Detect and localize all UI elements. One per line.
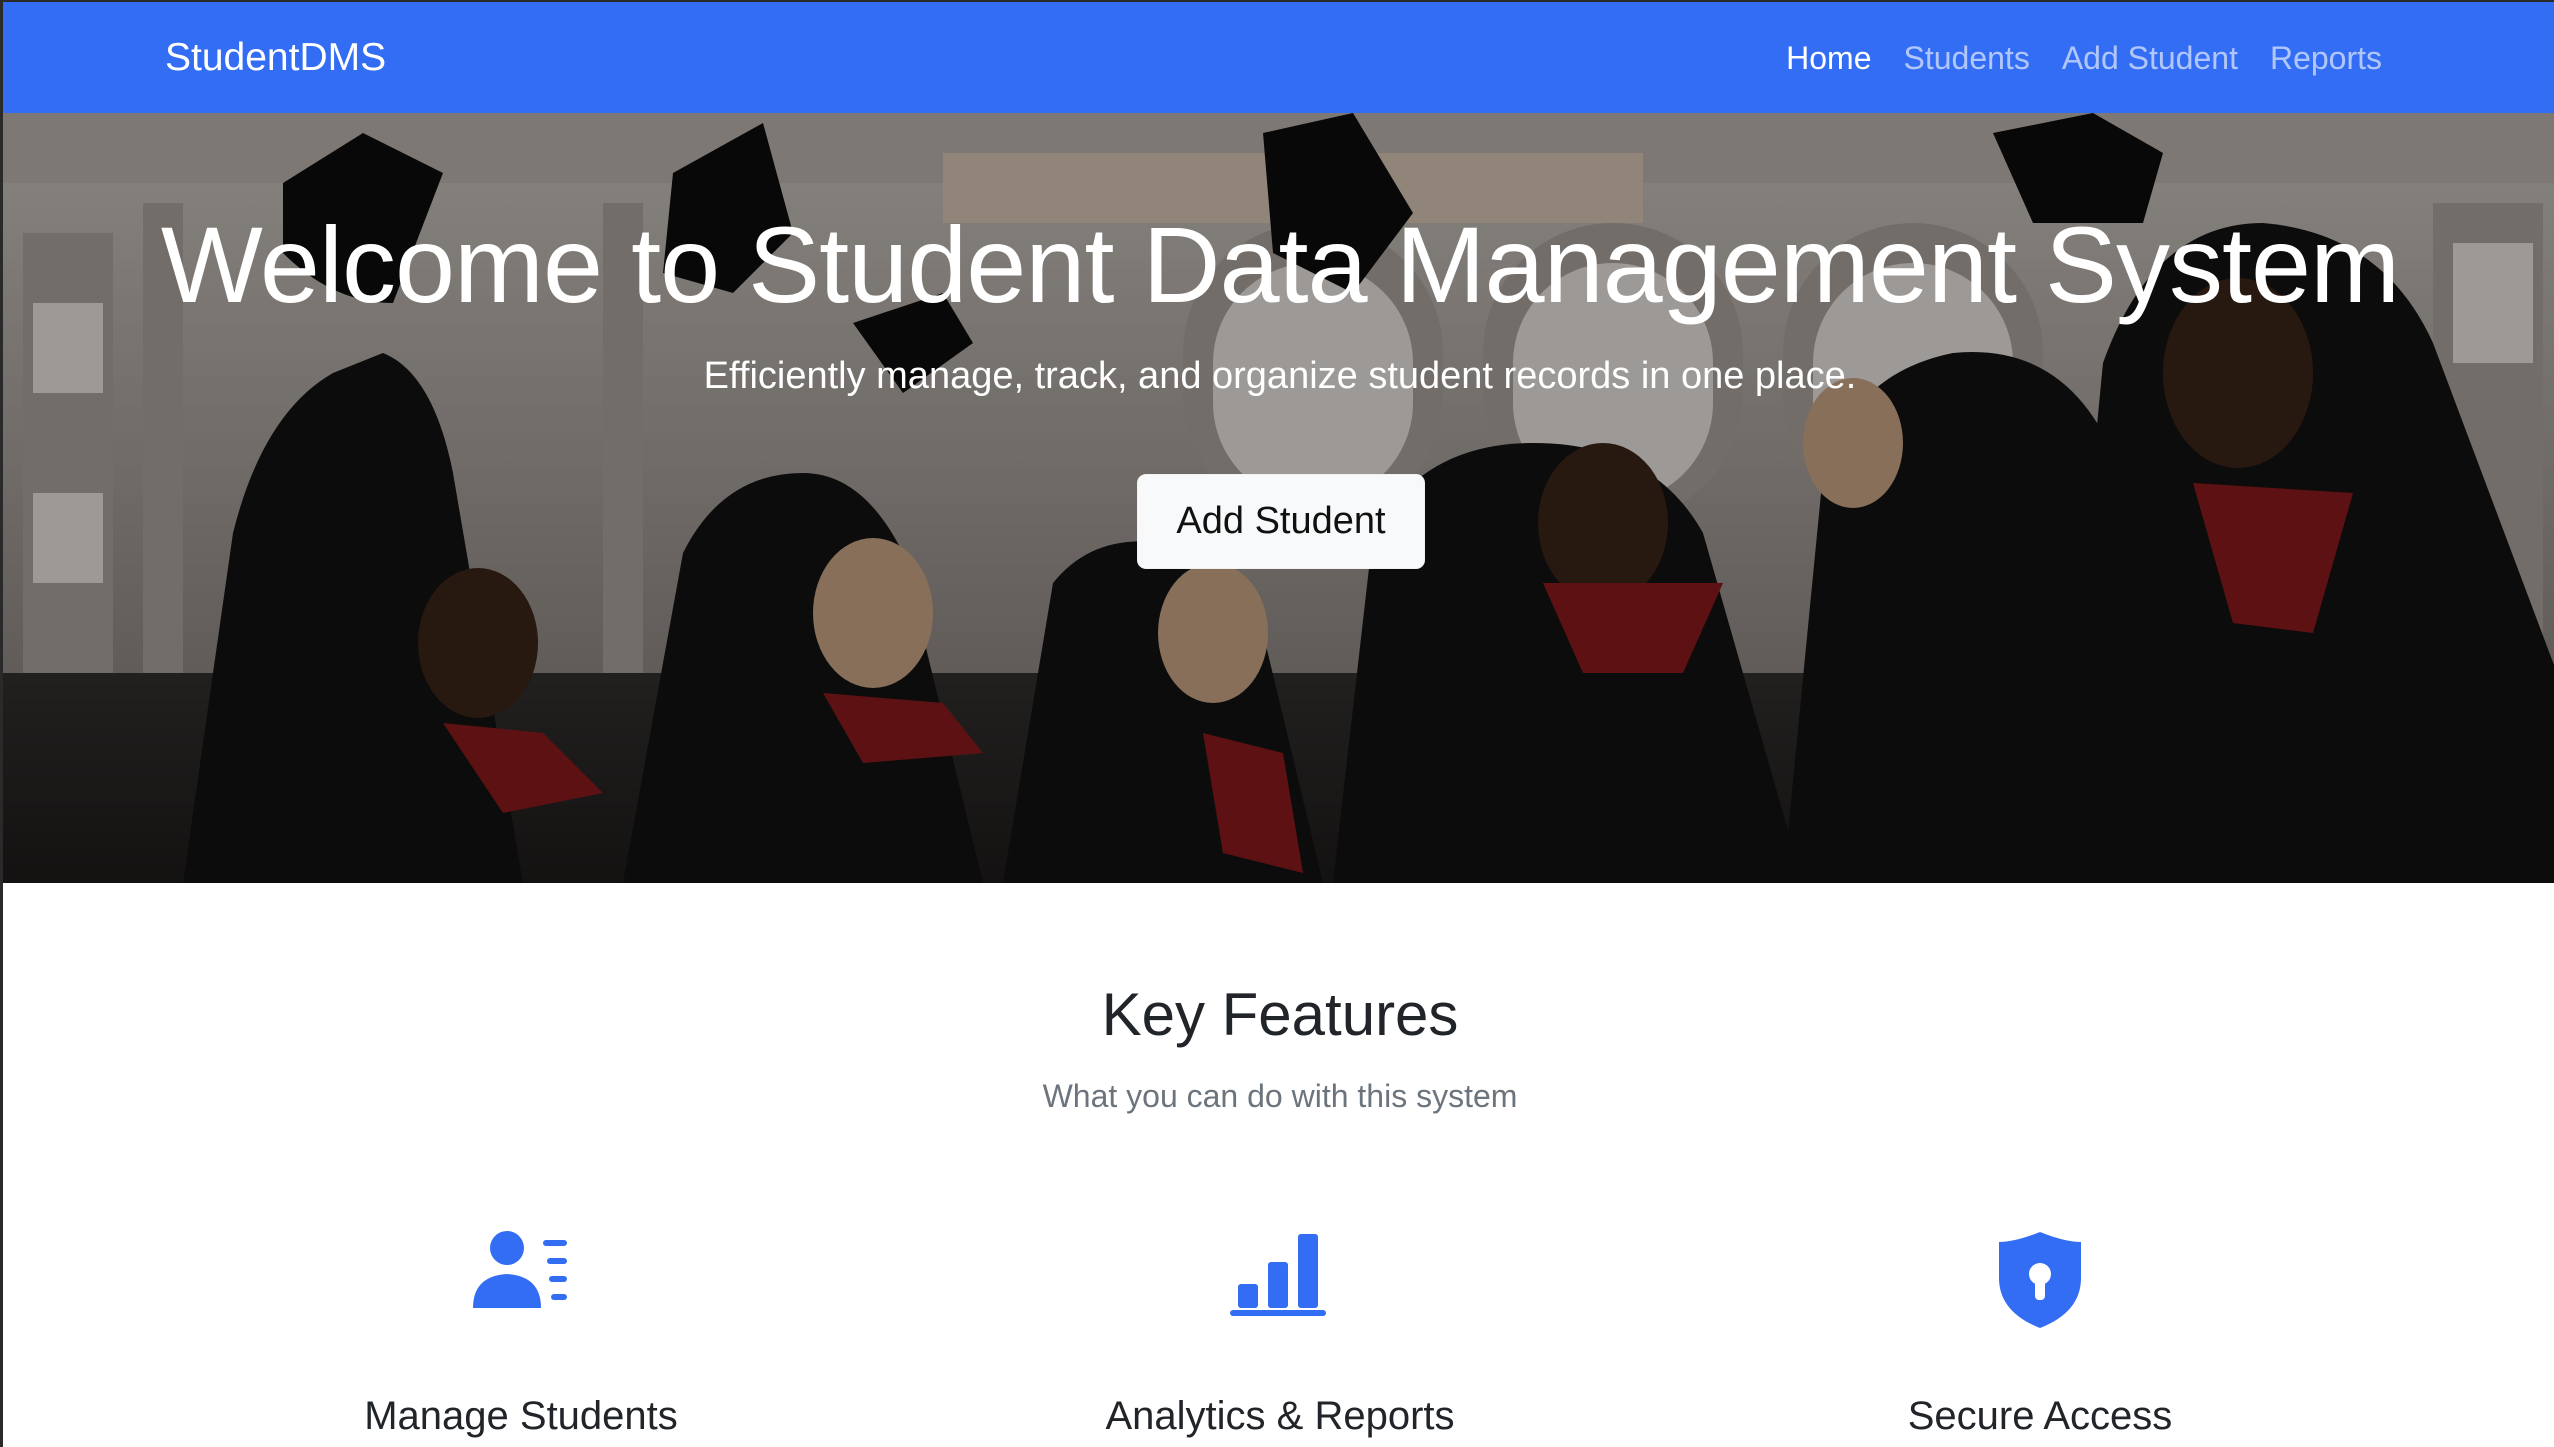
user-list-icon: [473, 1231, 567, 1308]
nav-link-students[interactable]: Students: [1904, 32, 2030, 84]
feature-title: Manage Students: [364, 1394, 678, 1438]
bar-chart-icon: [1230, 1234, 1326, 1316]
nav-link-add-student[interactable]: Add Student: [2062, 32, 2238, 84]
nav-link-home[interactable]: Home: [1786, 32, 1871, 84]
add-student-button[interactable]: Add Student: [1137, 474, 1425, 569]
feature-secure-access: Secure Access: [1740, 1230, 2340, 1438]
hero-section: Welcome to Student Data Management Syste…: [3, 113, 2554, 883]
features-subtitle: What you can do with this system: [1042, 1078, 1518, 1114]
shield-lock-icon: [1999, 1232, 2081, 1328]
hero-title: Welcome to Student Data Management Syste…: [160, 204, 2400, 325]
features-title: Key Features: [1101, 981, 1459, 1048]
navbar: StudentDMS Home Students Add Student Rep…: [3, 0, 2554, 113]
feature-title: Secure Access: [1907, 1394, 2173, 1438]
hero-subtitle: Efficiently manage, track, and organize …: [703, 355, 1857, 397]
brand-logo[interactable]: StudentDMS: [165, 32, 386, 84]
feature-analytics-reports: Analytics & Reports: [980, 1230, 1580, 1438]
feature-title: Analytics & Reports: [1105, 1394, 1455, 1438]
nav-link-reports[interactable]: Reports: [2270, 32, 2382, 84]
nav-links: Home Students Add Student Reports: [1786, 32, 2382, 84]
app-window: StudentDMS Home Students Add Student Rep…: [0, 0, 2554, 1447]
feature-manage-students: Manage Students: [221, 1230, 821, 1438]
